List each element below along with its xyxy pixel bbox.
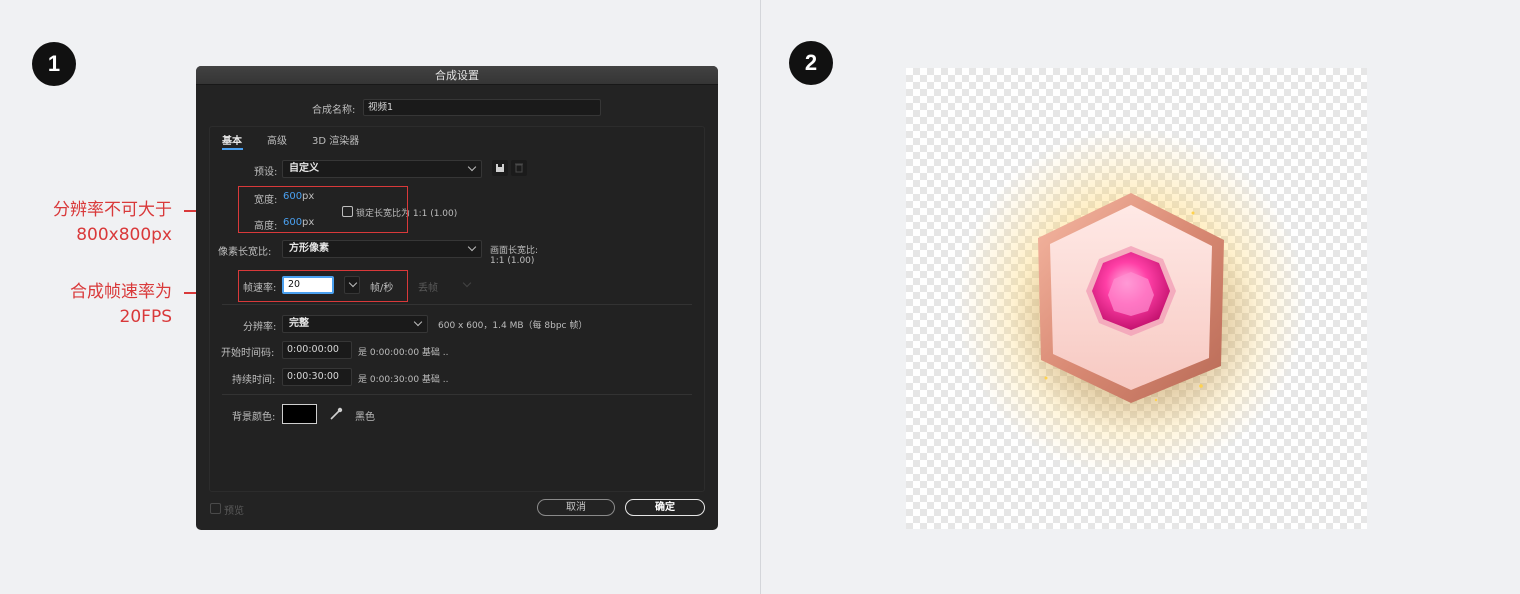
pixel-aspect-value: 方形像素	[289, 243, 329, 254]
preset-value: 自定义	[289, 163, 319, 174]
resolution-label: 分辨率:	[243, 322, 277, 333]
bg-color-name: 黑色	[355, 412, 375, 423]
chevron-down-icon	[467, 242, 477, 252]
tab-3d-renderer[interactable]: 3D 渲染器	[312, 132, 359, 147]
composition-settings-dialog: 合成设置 合成名称: 视频1 基本 高级 3D 渲染器 预设: 自定义 宽度: …	[196, 66, 718, 530]
tab-basic-underline	[222, 148, 243, 150]
resolution-info: 600 x 600，1.4 MB（每 8bpc 帧）	[438, 321, 588, 331]
comp-name-input[interactable]: 视频1	[363, 99, 601, 116]
preview-checkbox[interactable]	[210, 503, 221, 514]
eyedropper-icon	[330, 407, 343, 420]
gem-badge-image	[956, 128, 1306, 478]
drop-frame-label: 丢帧	[418, 283, 438, 294]
resolution-select[interactable]: 完整	[282, 315, 428, 333]
callout-fps: 合成帧速率为 20FPS	[70, 280, 172, 330]
callout-resolution: 分辨率不可大于 800x800px	[53, 198, 172, 248]
step-badge-1: 1	[32, 42, 76, 86]
chevron-down-icon	[413, 317, 423, 327]
callout-fps-line2: 20FPS	[119, 307, 172, 327]
callout-resolution-line2: 800x800px	[76, 225, 172, 245]
settings-panel	[209, 126, 705, 492]
start-timecode-input[interactable]: 0:00:00:00	[282, 341, 352, 359]
section-divider	[222, 394, 692, 395]
tab-advanced[interactable]: 高级	[267, 132, 287, 147]
preview-label: 预览	[224, 506, 244, 517]
highlight-fps-box	[238, 270, 408, 302]
resolution-value: 完整	[289, 318, 309, 329]
duration-input[interactable]: 0:00:30:00	[282, 368, 352, 386]
pixel-aspect-select[interactable]: 方形像素	[282, 240, 482, 258]
bg-color-label: 背景颜色:	[232, 412, 276, 423]
ok-button[interactable]: 确定	[625, 499, 705, 516]
callout-fps-line1: 合成帧速率为	[70, 282, 172, 302]
preset-select[interactable]: 自定义	[282, 160, 482, 178]
transparent-canvas-preview	[906, 68, 1367, 529]
duration-info: 是 0:00:30:00 基础 ..	[358, 375, 449, 385]
frame-aspect-label: 画面长宽比:	[490, 246, 539, 256]
section-divider	[222, 304, 692, 305]
comp-name-label: 合成名称:	[312, 105, 356, 116]
chevron-down-icon	[467, 162, 477, 172]
save-preset-button[interactable]	[492, 160, 508, 176]
eyedropper-button[interactable]	[328, 406, 344, 425]
save-preset-icon	[496, 164, 504, 172]
start-timecode-info: 是 0:00:00:00 基础 ..	[358, 348, 449, 358]
cancel-button[interactable]: 取消	[537, 499, 615, 516]
pixel-aspect-label: 像素长宽比:	[218, 247, 272, 258]
frame-aspect-value: 1:1 (1.00)	[490, 256, 535, 266]
panel-divider	[760, 0, 761, 594]
callout-resolution-line1: 分辨率不可大于	[53, 200, 172, 220]
tab-basic[interactable]: 基本	[222, 132, 242, 147]
start-timecode-label: 开始时间码:	[221, 348, 275, 359]
trash-icon	[515, 163, 523, 173]
delete-preset-button[interactable]	[511, 160, 527, 176]
highlight-resolution-box	[238, 186, 408, 233]
bg-color-swatch[interactable]	[282, 404, 317, 424]
duration-label: 持续时间:	[232, 375, 276, 386]
preset-label: 预设:	[254, 167, 278, 178]
dialog-title: 合成设置	[196, 66, 718, 85]
step-badge-2: 2	[789, 41, 833, 85]
